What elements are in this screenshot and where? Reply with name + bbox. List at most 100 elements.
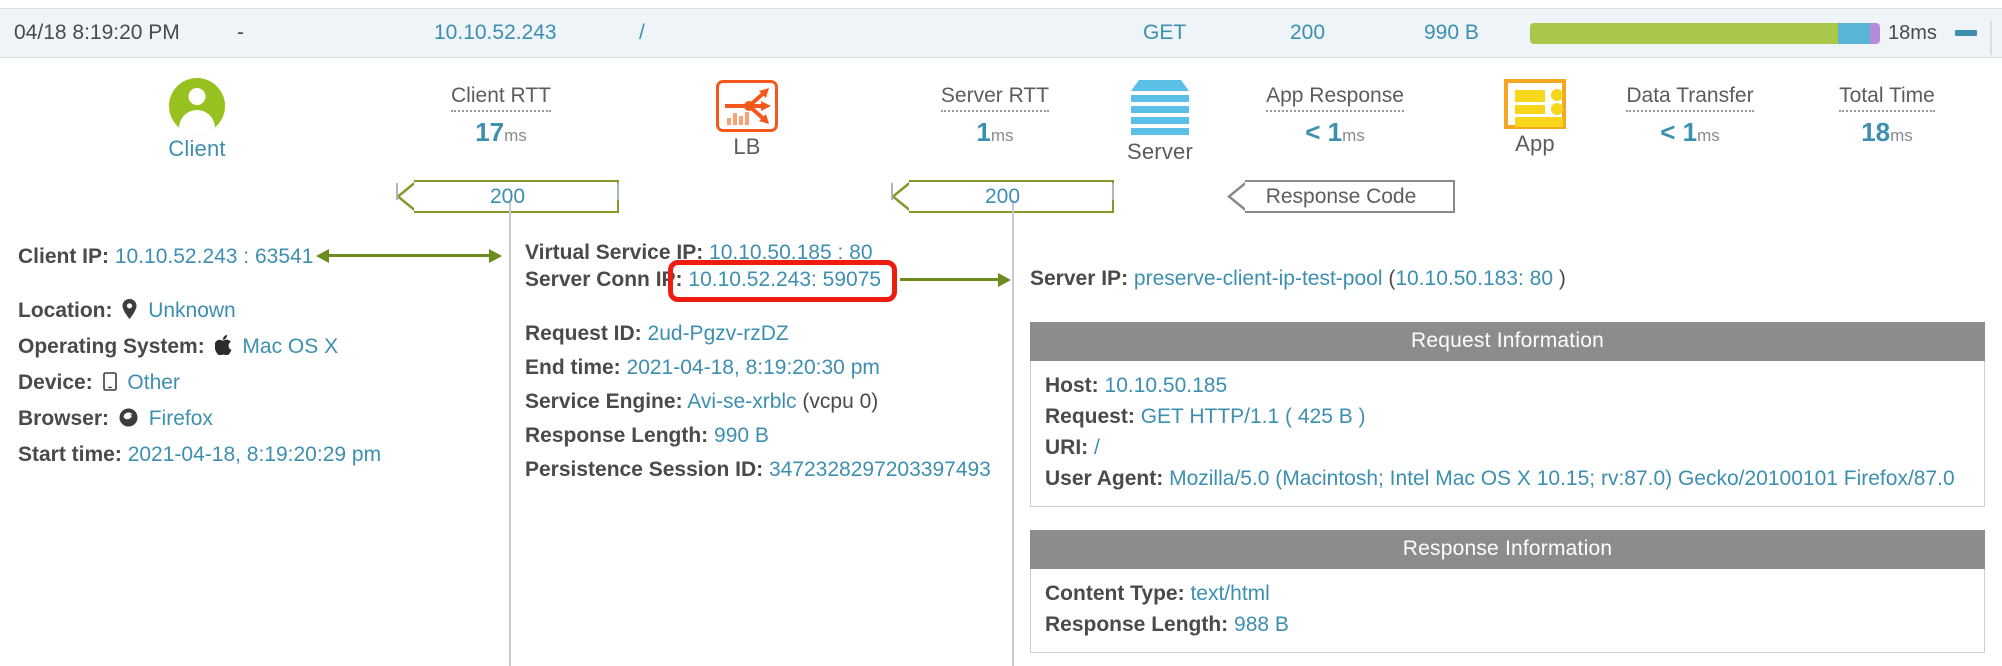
content-type-label: Content Type: (1045, 582, 1185, 605)
server-conn-ip-label: Server Conn IP: (525, 268, 683, 291)
virtual-service-ip-value[interactable]: 10.10.50.185 : 80 (709, 241, 872, 264)
metric-client-rtt-title: Client RTT (451, 84, 551, 112)
metric-app-response[interactable]: App Response < 1ms (1220, 84, 1450, 148)
metric-total-time-number: 18 (1861, 117, 1891, 147)
lb-response-length-row: Response Length: 990 B (525, 419, 995, 453)
client-to-lb-arrow (328, 254, 494, 257)
client-os-value[interactable]: Mac OS X (242, 335, 338, 358)
server-ip-address-value[interactable]: 10.10.50.183: 80 (1395, 267, 1553, 290)
metric-data-transfer-title: Data Transfer (1626, 84, 1754, 112)
client-ip-label: Client IP: (18, 245, 110, 268)
request-info-row: Request: GET HTTP/1.1 ( 425 B ) (1045, 401, 1970, 432)
user-avatar-icon (169, 78, 225, 134)
metric-client-rtt-number: 17 (475, 117, 505, 147)
column-divider-right (1012, 200, 1014, 666)
request-duration-bar[interactable] (1530, 23, 1880, 44)
flag-server-response-code-text: 200 (984, 184, 1021, 208)
client-start-time-value[interactable]: 2021-04-18, 8:19:20:29 pm (128, 443, 381, 466)
persistence-session-value[interactable]: 3472328297203397493 (769, 458, 991, 481)
client-location-label: Location: (18, 299, 113, 322)
service-engine-value[interactable]: Avi-se-xrblc (687, 390, 796, 413)
metric-app-response-number: 1 (1327, 117, 1343, 147)
request-info-row: User Agent: Mozilla/5.0 (Macintosh; Inte… (1045, 463, 1970, 494)
server-conn-ip-value[interactable]: 10.10.52.243: 59075 (688, 268, 881, 291)
response-information-title: Response Information (1030, 530, 1985, 569)
metric-client-rtt-unit: ms (504, 126, 527, 145)
flag-client-response-code[interactable]: 200 (396, 180, 619, 213)
response-length-value[interactable]: 988 B (1234, 613, 1289, 636)
lb-to-server-arrow (900, 278, 1003, 281)
persistence-session-row: Persistence Session ID: 3472328297203397… (525, 453, 995, 487)
request-status-code[interactable]: 200 (1290, 21, 1325, 45)
duration-segment-purple (1869, 23, 1880, 44)
metric-total-time[interactable]: Total Time 18ms (1772, 84, 2002, 148)
metric-server-rtt-title: Server RTT (940, 84, 1050, 112)
content-type-value[interactable]: text/html (1190, 582, 1269, 605)
metric-app-response-prefix: < (1305, 117, 1328, 147)
metric-client-rtt-value: 17ms (386, 117, 616, 148)
service-engine-label: Service Engine: (525, 390, 683, 413)
metric-server-rtt-value: 1ms (880, 117, 1110, 148)
flag-response-code-label[interactable]: Response Code (1227, 180, 1455, 213)
timeline-node-server[interactable]: Server (1095, 76, 1225, 165)
client-details-column: Client IP: 10.10.52.243 : 63541 Location… (18, 240, 488, 472)
metric-server-rtt[interactable]: Server RTT 1ms (880, 84, 1110, 148)
uri-value[interactable]: / (1094, 436, 1100, 459)
client-device-row: Device: Other (18, 366, 488, 402)
arrow-head-right (998, 273, 1011, 287)
request-summary-bar[interactable]: 04/18 8:19:20 PM - 10.10.52.243 / GET 20… (0, 8, 2002, 58)
request-information-body: Host: 10.10.50.185 Request: GET HTTP/1.1… (1030, 361, 1985, 507)
response-info-row: Content Type: text/html (1045, 578, 1970, 609)
request-method[interactable]: GET (1143, 21, 1186, 45)
metric-data-transfer-unit: ms (1697, 126, 1720, 145)
server-ip-paren-close: ) (1553, 267, 1566, 290)
request-value[interactable]: GET HTTP/1.1 ( 425 B ) (1141, 405, 1366, 428)
lb-response-length-label: Response Length: (525, 424, 709, 447)
response-length-label: Response Length: (1045, 613, 1229, 636)
client-browser-label: Browser: (18, 407, 110, 430)
request-size[interactable]: 990 B (1424, 21, 1479, 45)
duration-segment-blue (1838, 23, 1870, 44)
request-id-value[interactable]: 2ud-Pgzv-rzDZ (648, 322, 789, 345)
timeline-tick (1112, 183, 1114, 200)
timeline-node-client[interactable]: Client (132, 78, 262, 162)
response-information-panel: Response Information Content Type: text/… (1030, 530, 1985, 653)
apple-icon (214, 332, 232, 366)
host-value[interactable]: 10.10.50.185 (1105, 374, 1228, 397)
request-detail-view: 04/18 8:19:20 PM - 10.10.52.243 / GET 20… (0, 0, 2002, 666)
metric-data-transfer[interactable]: Data Transfer < 1ms (1575, 84, 1805, 148)
metric-app-response-value: < 1ms (1220, 117, 1450, 148)
response-information-body: Content Type: text/html Response Length:… (1030, 569, 1985, 653)
request-timestamp: 04/18 8:19:20 PM (14, 21, 180, 44)
client-device-value[interactable]: Other (127, 371, 180, 394)
flag-server-response-code[interactable]: 200 (891, 180, 1114, 213)
metric-app-response-title: App Response (1266, 84, 1404, 112)
timeline-tick (617, 183, 619, 200)
host-label: Host: (1045, 374, 1099, 397)
request-uri[interactable]: / (639, 21, 645, 45)
virtual-service-ip-label: Virtual Service IP: (525, 241, 704, 264)
user-agent-value[interactable]: Mozilla/5.0 (Macintosh; Intel Mac OS X 1… (1169, 467, 1955, 490)
client-browser-row: Browser: Firefox (18, 402, 488, 438)
metric-client-rtt[interactable]: Client RTT 17ms (386, 84, 616, 148)
end-time-value[interactable]: 2021-04-18, 8:19:20:30 pm (627, 356, 880, 379)
server-ip-pool-value[interactable]: preserve-client-ip-test-pool (1134, 267, 1383, 290)
tablet-icon (102, 368, 117, 402)
column-divider-left (509, 200, 511, 666)
firefox-icon (119, 404, 138, 438)
timeline-tick (891, 183, 893, 200)
request-id-label: Request ID: (525, 322, 642, 345)
metric-server-rtt-number: 1 (976, 117, 991, 147)
client-start-time-row: Start time: 2021-04-18, 8:19:20:29 pm (18, 438, 488, 472)
request-total-time: 18ms (1888, 21, 1937, 44)
timeline-node-lb[interactable]: LB (682, 78, 812, 160)
minus-icon[interactable] (1955, 30, 1977, 36)
lb-response-length-value[interactable]: 990 B (714, 424, 769, 447)
client-location-value[interactable]: Unknown (148, 299, 236, 322)
request-client-ip[interactable]: 10.10.52.243 (434, 21, 557, 45)
client-ip-value[interactable]: 10.10.52.243 : 63541 (115, 245, 314, 268)
end-time-row: End time: 2021-04-18, 8:19:20:30 pm (525, 351, 995, 385)
service-engine-row: Service Engine: Avi-se-xrblc (vcpu 0) (525, 385, 995, 419)
end-time-label: End time: (525, 356, 621, 379)
client-browser-value[interactable]: Firefox (149, 407, 213, 430)
